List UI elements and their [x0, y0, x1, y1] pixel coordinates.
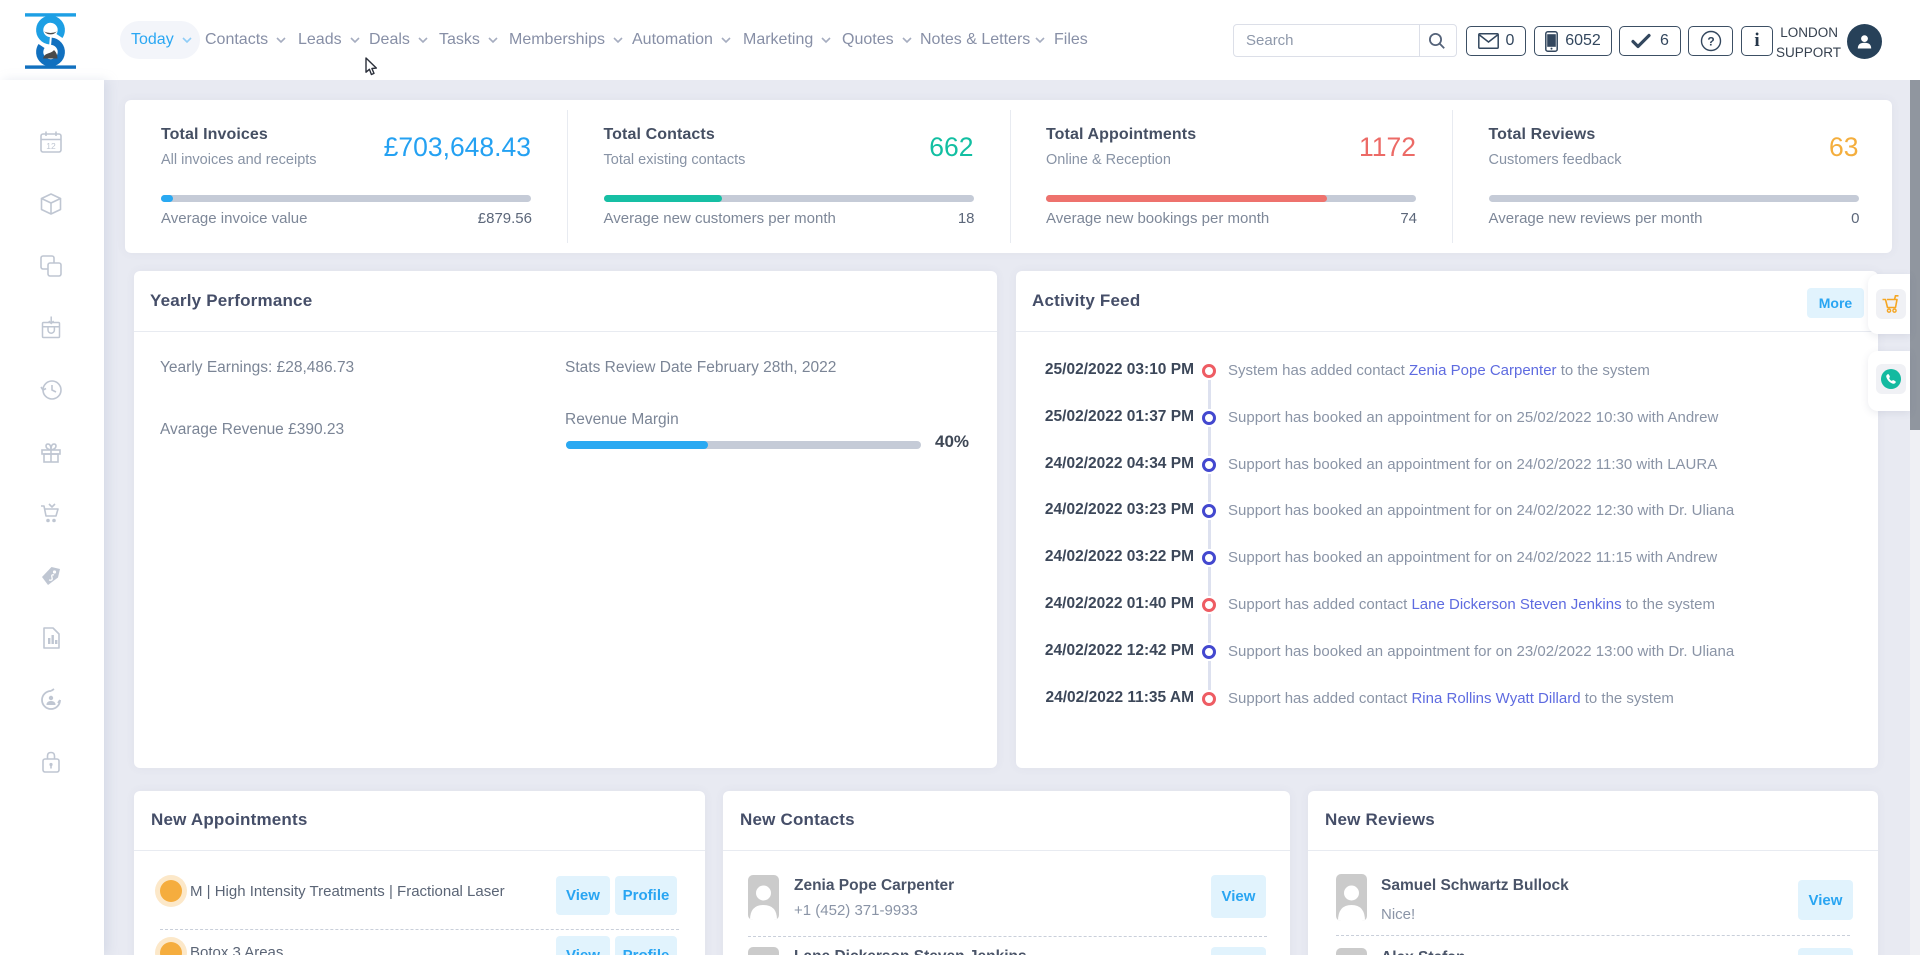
svg-text:12: 12 — [46, 141, 56, 151]
svg-text:?: ? — [1707, 35, 1714, 49]
